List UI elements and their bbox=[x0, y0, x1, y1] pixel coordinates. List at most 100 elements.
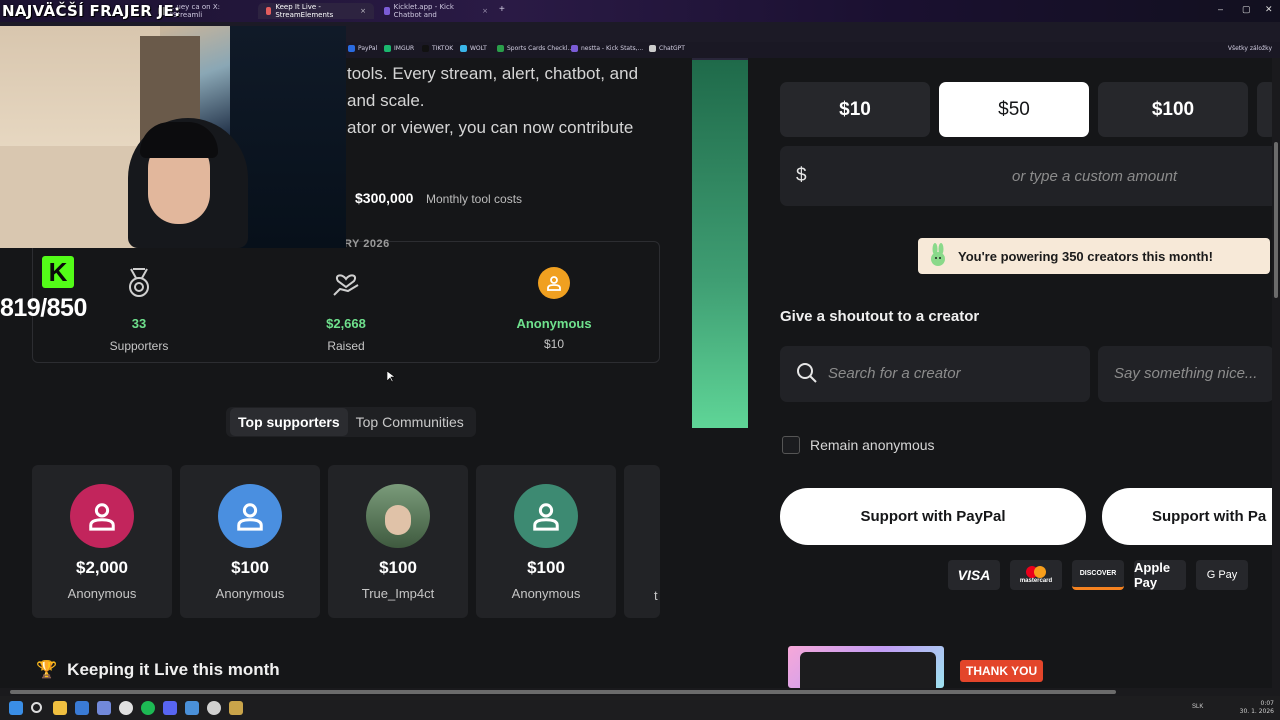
shoutout-message-input[interactable]: Say something nice... bbox=[1098, 346, 1274, 402]
steam-icon[interactable] bbox=[185, 701, 199, 715]
supporters-count: 33 bbox=[131, 316, 147, 331]
supporter-amount: $100 bbox=[231, 558, 269, 577]
thank-you-badge: THANK YOU bbox=[960, 660, 1044, 682]
bookmark-nestta[interactable]: nestta - Kick Stats,... bbox=[571, 45, 643, 52]
supporter-name: True_Imp4ct bbox=[361, 586, 435, 601]
supporter-card[interactable]: $2,000 Anonymous bbox=[32, 465, 172, 618]
supporter-card[interactable]: $100 Anonymous bbox=[180, 465, 320, 618]
latest-supporter-amount: $10 bbox=[543, 337, 565, 351]
tab-label: ...uey ca on X: "Streamli bbox=[169, 3, 220, 19]
kick-logo-icon: K bbox=[42, 256, 74, 288]
vertical-scrollbar[interactable] bbox=[1272, 58, 1280, 688]
scroll-thumb[interactable] bbox=[1274, 142, 1278, 298]
trophy-icon: 🏆 bbox=[36, 660, 58, 679]
new-tab-button[interactable]: + bbox=[499, 4, 505, 15]
app-icon[interactable] bbox=[229, 701, 243, 715]
amount-100-button[interactable]: $100 bbox=[1098, 82, 1248, 137]
bookmark-tiktok[interactable]: TIKTOK bbox=[422, 45, 453, 52]
right-page: $10 $50 $100 $ or type a custom amount Y… bbox=[748, 58, 1280, 688]
windows-start-icon[interactable] bbox=[9, 701, 23, 715]
close-tab-icon[interactable]: × bbox=[482, 7, 488, 15]
bookmark-chatgpt[interactable]: ChatGPT bbox=[649, 45, 685, 52]
user-photo-avatar bbox=[366, 484, 430, 548]
raised-label: Raised bbox=[327, 339, 365, 353]
tab-top-communities[interactable]: Top Communities bbox=[348, 408, 472, 436]
medal-icon bbox=[69, 266, 209, 300]
support-paypal-button-secondary[interactable]: Support with Pa bbox=[1102, 488, 1280, 545]
custom-amount-field[interactable]: $ or type a custom amount bbox=[780, 146, 1280, 206]
amount-10-button[interactable]: $10 bbox=[780, 82, 930, 137]
creator-search-input[interactable]: Search for a creator bbox=[780, 346, 1090, 402]
shoutout-heading: Give a shoutout to a creator bbox=[780, 308, 980, 325]
search-icon bbox=[797, 363, 817, 383]
stream-overlay-title: NAJVÄČŠÍ FRAJER JE: bbox=[2, 2, 181, 20]
supporter-amount: $2,000 bbox=[76, 558, 128, 577]
chrome-icon[interactable] bbox=[119, 701, 133, 715]
bunny-icon bbox=[931, 243, 945, 266]
file-explorer-icon[interactable] bbox=[53, 701, 67, 715]
remain-anonymous-label[interactable]: Remain anonymous bbox=[810, 437, 935, 453]
app-icon[interactable] bbox=[163, 701, 177, 715]
google-pay-icon: G Pay bbox=[1196, 560, 1248, 590]
custom-amount-placeholder: or type a custom amount bbox=[1012, 168, 1178, 185]
powering-banner: You're powering 350 creators this month! bbox=[918, 238, 1270, 274]
month-heading: RY 2026 bbox=[344, 238, 390, 250]
horizontal-scrollbar[interactable] bbox=[0, 688, 1280, 696]
supporter-card[interactable]: $100 Anonymous bbox=[476, 465, 616, 618]
supporter-card-partial[interactable]: t bbox=[624, 465, 660, 618]
all-bookmarks[interactable]: Všetky záložky bbox=[1228, 45, 1272, 52]
search-icon[interactable] bbox=[31, 702, 42, 713]
green-banner-strip bbox=[692, 60, 748, 428]
bookmark-wolt[interactable]: WOLT bbox=[460, 45, 487, 52]
amount-50-button[interactable]: $50 bbox=[939, 82, 1089, 137]
browser-tab-bar: ...uey ca on X: "Streamli Keep It Live -… bbox=[0, 0, 1280, 22]
remain-anonymous-checkbox[interactable] bbox=[782, 436, 800, 454]
monthly-cost-value: $300,000 bbox=[355, 190, 414, 206]
taskbar: SLK 0:07 30. 1. 2026 bbox=[0, 696, 1280, 720]
currency-symbol: $ bbox=[796, 165, 807, 186]
user-avatar-icon bbox=[514, 484, 578, 548]
mastercard-icon: mastercard bbox=[1010, 560, 1062, 590]
close-window-icon[interactable]: ✕ bbox=[1265, 4, 1273, 15]
apple-pay-icon: Apple Pay bbox=[1134, 560, 1186, 590]
monthly-cost-label: Monthly tool costs bbox=[426, 192, 523, 206]
bookmark-imgur[interactable]: IMGUR bbox=[384, 45, 414, 52]
store-icon[interactable] bbox=[75, 701, 89, 715]
bookmark-paypal[interactable]: PayPal bbox=[348, 45, 377, 52]
close-tab-icon[interactable]: × bbox=[360, 7, 366, 15]
browser-tab-active[interactable]: Keep It Live - StreamElements × bbox=[258, 3, 374, 19]
stat-supporters: 33 Supporters bbox=[69, 266, 209, 353]
spotify-icon[interactable] bbox=[141, 701, 155, 715]
browser-tab[interactable]: Kicklet.app - Kick Chatbot and × bbox=[376, 3, 496, 19]
intro-text: tools. Every stream, alert, chatbot, and… bbox=[347, 64, 639, 137]
raised-amount: $2,668 bbox=[326, 316, 366, 331]
supporters-label: Supporters bbox=[109, 339, 169, 353]
minimize-icon[interactable]: – bbox=[1218, 4, 1223, 14]
keeping-live-heading: 🏆 Keeping it Live this month bbox=[36, 660, 280, 679]
scroll-thumb[interactable] bbox=[10, 690, 1116, 694]
visa-icon: VISA bbox=[948, 560, 1000, 590]
discord-icon[interactable] bbox=[97, 701, 111, 715]
tab-favicon-icon bbox=[384, 7, 390, 15]
stat-latest: Anonymous $10 bbox=[484, 266, 624, 351]
clock[interactable]: 0:07 30. 1. 2026 bbox=[1240, 700, 1274, 716]
message-placeholder: Say something nice... bbox=[1114, 365, 1258, 382]
supporter-name: Anonymous bbox=[215, 586, 285, 601]
supporter-name: t bbox=[654, 588, 658, 603]
bookmark-sports-cards[interactable]: Sports Cards Checkl... bbox=[497, 45, 573, 52]
maximize-icon[interactable]: ▢ bbox=[1242, 4, 1251, 15]
support-paypal-button[interactable]: Support with PayPal bbox=[780, 488, 1086, 545]
heart-icon bbox=[266, 7, 272, 15]
tab-label: Kicklet.app - Kick Chatbot and bbox=[393, 3, 454, 19]
tab-label: Keep It Live - StreamElements bbox=[275, 3, 334, 19]
mouse-cursor-icon bbox=[387, 371, 395, 383]
user-avatar-icon bbox=[218, 484, 282, 548]
supporter-card[interactable]: $100 True_Imp4ct bbox=[328, 465, 468, 618]
supporter-amount: $100 bbox=[527, 558, 565, 577]
hand-heart-icon bbox=[276, 266, 416, 300]
search-placeholder: Search for a creator bbox=[828, 365, 961, 382]
language-indicator[interactable]: SLK bbox=[1192, 704, 1203, 710]
stat-raised: $2,668 Raised bbox=[276, 266, 416, 353]
tab-top-supporters[interactable]: Top supporters bbox=[230, 408, 348, 436]
browser-icon[interactable] bbox=[207, 701, 221, 715]
